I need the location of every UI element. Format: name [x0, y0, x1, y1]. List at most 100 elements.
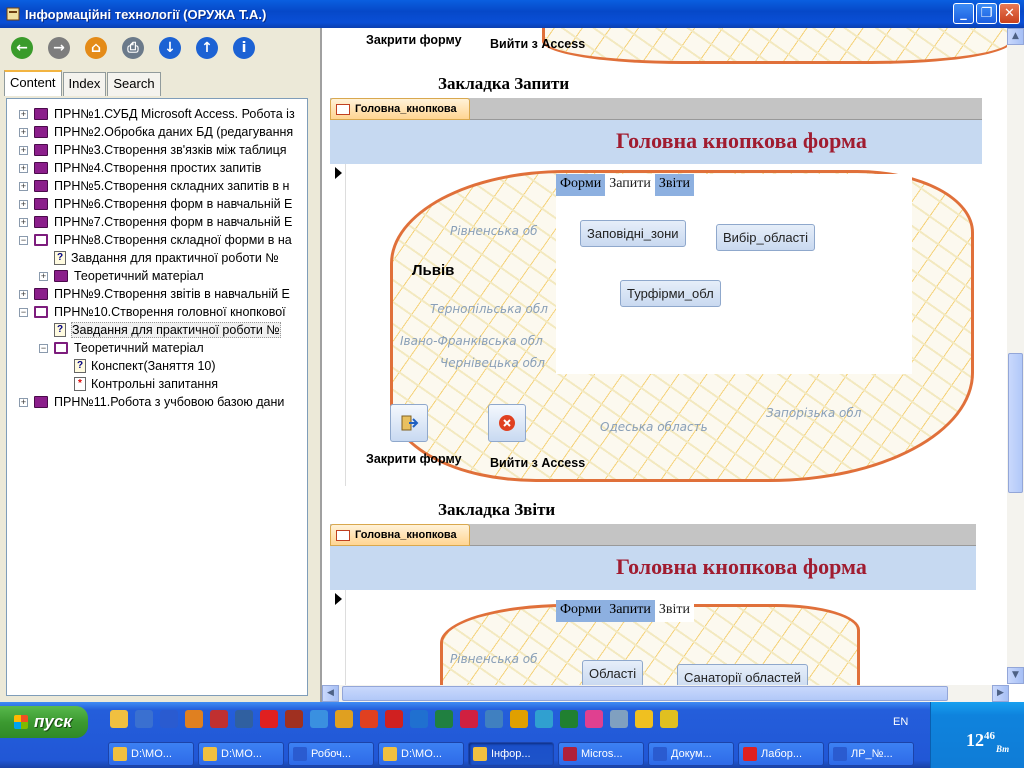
- taskbar-task[interactable]: Лабор...: [738, 742, 824, 766]
- close-button[interactable]: ✕: [999, 3, 1020, 24]
- scroll-left-icon[interactable]: ◀: [322, 685, 339, 702]
- expand-icon[interactable]: +: [19, 217, 28, 227]
- scroll-thumb[interactable]: [1008, 353, 1023, 493]
- taskbar-task[interactable]: Micros...: [558, 742, 644, 766]
- switchboard-tab[interactable]: Звіти: [654, 174, 694, 196]
- quick-launch-icon[interactable]: [510, 710, 528, 728]
- tree-item[interactable]: * Контрольні запитання: [7, 375, 307, 393]
- content-vertical-scrollbar[interactable]: ▲ ▼: [1007, 28, 1024, 684]
- back-button[interactable]: ←: [6, 34, 38, 62]
- expand-icon[interactable]: +: [19, 145, 28, 155]
- tab-index[interactable]: Index: [62, 72, 107, 96]
- tab-search[interactable]: Search: [107, 72, 161, 96]
- expand-icon[interactable]: +: [19, 397, 28, 407]
- close-form-button[interactable]: [390, 404, 428, 442]
- record-selector[interactable]: [330, 590, 346, 690]
- tree-item[interactable]: + ПРН№2.Обробка даних БД (редагування: [7, 123, 307, 141]
- form-tab[interactable]: Головна_кнопкова: [330, 98, 470, 120]
- restore-button[interactable]: ❐: [976, 3, 997, 24]
- quick-launch-icon[interactable]: [385, 710, 403, 728]
- quick-launch-icon[interactable]: [435, 710, 453, 728]
- minimize-button[interactable]: _: [953, 3, 974, 24]
- expand-icon[interactable]: +: [19, 289, 28, 299]
- quick-launch-icon[interactable]: [460, 710, 478, 728]
- expand-icon[interactable]: +: [19, 163, 28, 173]
- quick-launch-icon[interactable]: [335, 710, 353, 728]
- quick-launch-icon[interactable]: [410, 710, 428, 728]
- taskbar-task[interactable]: Інфор...: [468, 742, 554, 766]
- quick-launch-icon[interactable]: [235, 710, 253, 728]
- taskbar-task[interactable]: Робоч...: [288, 742, 374, 766]
- taskbar-task[interactable]: D:\MO...: [108, 742, 194, 766]
- language-indicator[interactable]: EN: [893, 716, 908, 728]
- tree-item[interactable]: ? Конспект(Заняття 10): [7, 357, 307, 375]
- expand-icon[interactable]: +: [39, 271, 48, 281]
- quick-launch-icon[interactable]: [485, 710, 503, 728]
- tree-item[interactable]: − ПРН№10.Створення головної кнопкової: [7, 303, 307, 321]
- exit-access-button[interactable]: [488, 404, 526, 442]
- quick-launch-icon[interactable]: [185, 710, 203, 728]
- button-select-region[interactable]: Вибір_області: [716, 224, 815, 251]
- scroll-down-icon[interactable]: ▼: [1007, 667, 1024, 684]
- tree-item[interactable]: − ПРН№8.Створення складної форми в на: [7, 231, 307, 249]
- tree-item[interactable]: + ПРН№6.Створення форм в навчальній Е: [7, 195, 307, 213]
- collapse-icon[interactable]: −: [19, 235, 28, 245]
- window-titlebar[interactable]: Інформаційні технології (ОРУЖА Т.А.) _ ❐…: [0, 0, 1024, 28]
- quick-launch-icon[interactable]: [310, 710, 328, 728]
- tree-item[interactable]: ? Завдання для практичної роботи №: [7, 321, 307, 339]
- quick-launch-icon[interactable]: [610, 710, 628, 728]
- quick-launch-icon[interactable]: [660, 710, 678, 728]
- taskbar-task[interactable]: Докум...: [648, 742, 734, 766]
- quick-launch-icon[interactable]: [135, 710, 153, 728]
- button-tour-firms[interactable]: Турфірми_обл: [620, 280, 721, 307]
- collapse-icon[interactable]: −: [39, 343, 48, 353]
- forward-button[interactable]: →: [43, 34, 75, 62]
- scroll-up-icon[interactable]: ▲: [1007, 28, 1024, 45]
- tree-item[interactable]: + ПРН№4.Створення простих запитів: [7, 159, 307, 177]
- print-button[interactable]: ⎙: [117, 34, 149, 62]
- record-selector[interactable]: [330, 164, 346, 486]
- start-button[interactable]: пуск: [0, 706, 88, 738]
- up-button[interactable]: ↑: [191, 34, 223, 62]
- tree-item[interactable]: + ПРН№1.СУБД Microsoft Access. Робота із: [7, 105, 307, 123]
- scroll-thumb[interactable]: [342, 686, 948, 701]
- button-protected-zones[interactable]: Заповідні_зони: [580, 220, 686, 247]
- collapse-icon[interactable]: −: [19, 307, 28, 317]
- quick-launch-icon[interactable]: [210, 710, 228, 728]
- expand-icon[interactable]: +: [19, 127, 28, 137]
- tree-item[interactable]: + ПРН№7.Створення форм в навчальній Е: [7, 213, 307, 231]
- taskbar-task[interactable]: D:\MO...: [378, 742, 464, 766]
- tree-item[interactable]: + ПРН№11.Робота з учбовою базою дани: [7, 393, 307, 411]
- switchboard-tab[interactable]: Запити: [605, 600, 655, 622]
- switchboard-tab[interactable]: Запити: [605, 174, 655, 196]
- taskbar-task[interactable]: ЛР_№...: [828, 742, 914, 766]
- tree-item[interactable]: − Теоретичний матеріал: [7, 339, 307, 357]
- home-button[interactable]: ⌂: [80, 34, 112, 62]
- quick-launch-icon[interactable]: [110, 710, 128, 728]
- quick-launch-icon[interactable]: [535, 710, 553, 728]
- switchboard-tab[interactable]: Звіти: [654, 600, 694, 622]
- expand-icon[interactable]: +: [19, 199, 28, 209]
- content-horizontal-scrollbar[interactable]: ◀ ▶: [322, 685, 1009, 702]
- tree-item[interactable]: + ПРН№3.Створення зв'язків між таблиця: [7, 141, 307, 159]
- taskbar-task[interactable]: D:\MO...: [198, 742, 284, 766]
- switchboard-tab[interactable]: Форми: [556, 174, 606, 196]
- tree-item[interactable]: + ПРН№5.Створення складних запитів в н: [7, 177, 307, 195]
- button-regions[interactable]: Області: [582, 660, 644, 687]
- info-button[interactable]: i: [228, 34, 260, 62]
- tree-item[interactable]: ? Завдання для практичної роботи №: [7, 249, 307, 267]
- tree-item[interactable]: + ПРН№9.Створення звітів в навчальній Е: [7, 285, 307, 303]
- expand-icon[interactable]: +: [19, 109, 28, 119]
- quick-launch-icon[interactable]: [160, 710, 178, 728]
- quick-launch-icon[interactable]: [635, 710, 653, 728]
- quick-launch-icon[interactable]: [360, 710, 378, 728]
- quick-launch-icon[interactable]: [285, 710, 303, 728]
- form-tab[interactable]: Головна_кнопкова: [330, 524, 470, 546]
- down-button[interactable]: ↓: [154, 34, 186, 62]
- quick-launch-icon[interactable]: [585, 710, 603, 728]
- quick-launch-icon[interactable]: [260, 710, 278, 728]
- switchboard-tab[interactable]: Форми: [556, 600, 606, 622]
- quick-launch-icon[interactable]: [560, 710, 578, 728]
- expand-icon[interactable]: +: [19, 181, 28, 191]
- tab-content[interactable]: Content: [4, 70, 62, 96]
